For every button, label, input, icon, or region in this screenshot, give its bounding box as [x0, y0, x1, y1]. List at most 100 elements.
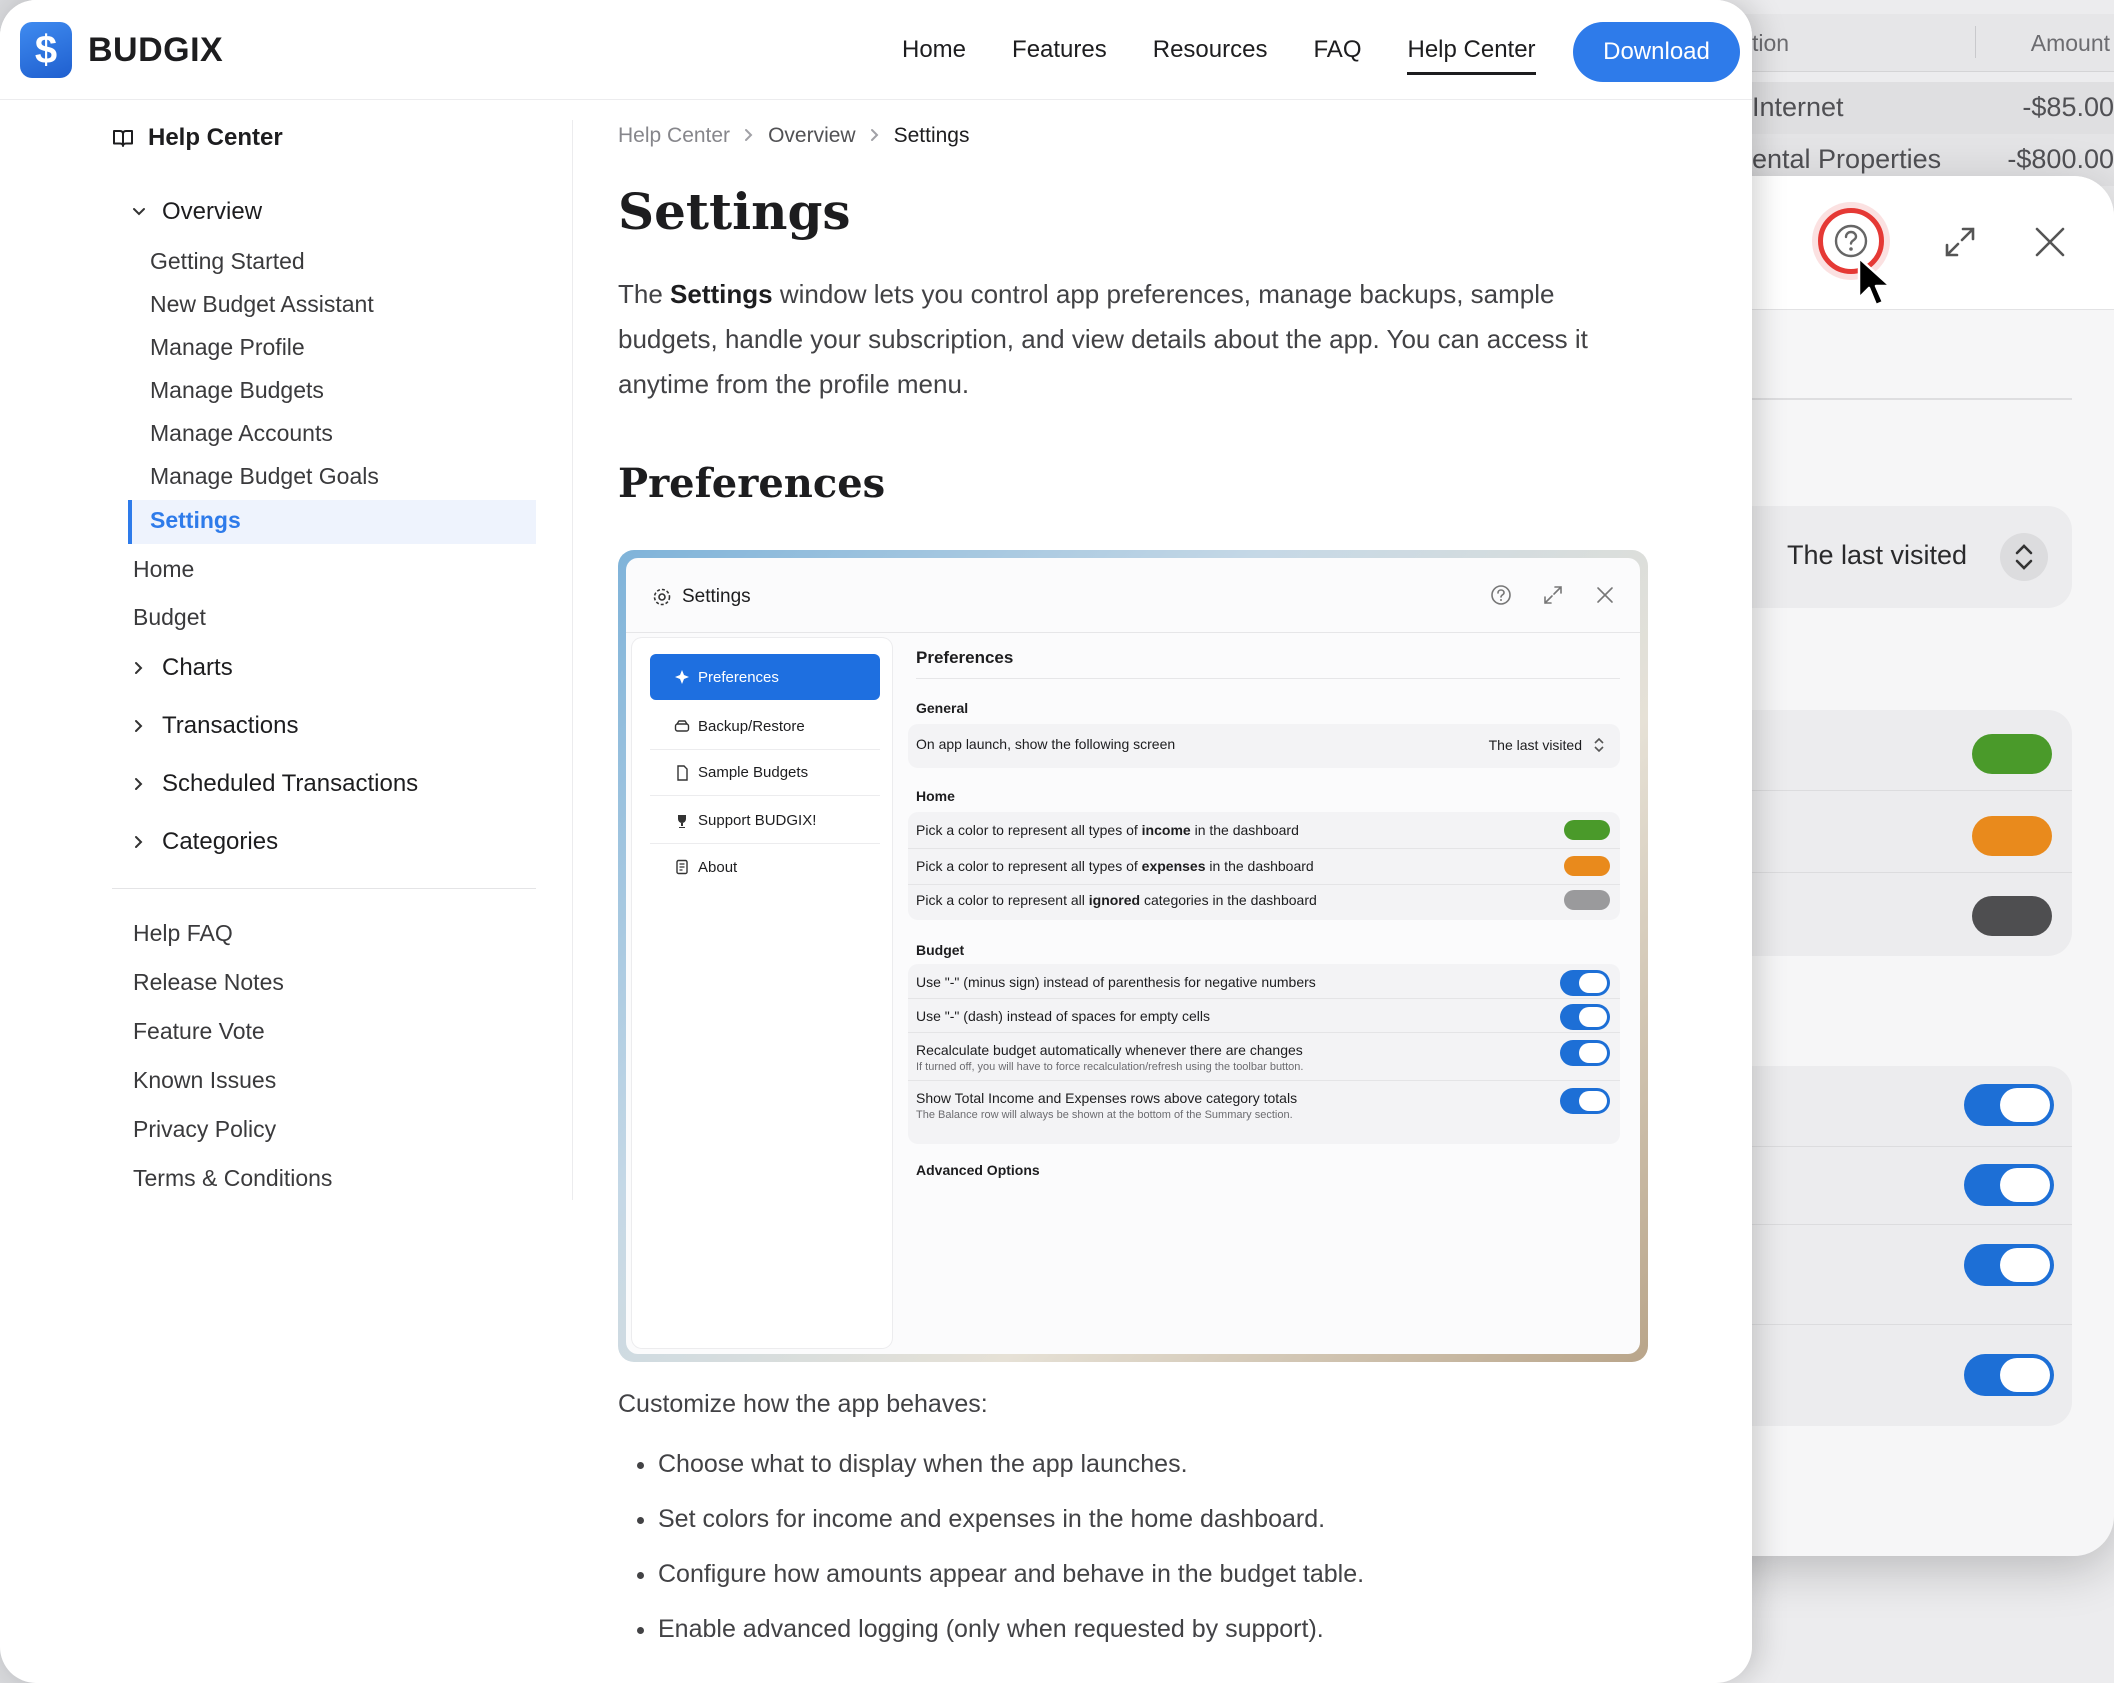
row-amount: -$85.00 [2022, 92, 2114, 122]
list-item: Choose what to display when the app laun… [658, 1450, 1364, 1505]
row-divider [1700, 872, 2072, 873]
row-name: Internet [1752, 92, 1844, 122]
sidebar-group-categories[interactable]: Categories [128, 828, 278, 856]
row-text: in the dashboard [1205, 858, 1314, 874]
row-divider [908, 998, 1620, 999]
screenshot-heading: Preferences [916, 648, 1014, 667]
row-divider [1700, 1324, 2072, 1325]
sidebar-link-known-issues[interactable]: Known Issues [133, 1067, 276, 1094]
table-row[interactable]: Internet -$85.00 [1700, 82, 2114, 134]
sidebar-link-release-notes[interactable]: Release Notes [133, 969, 284, 996]
row-name: ental Properties [1752, 144, 1942, 174]
chevron-right-icon [744, 124, 754, 148]
breadcrumb-settings: Settings [893, 124, 970, 147]
brand-name: BUDGIX [88, 30, 224, 69]
expand-button[interactable] [1930, 212, 1990, 272]
dollar-logo-icon: $ [20, 22, 72, 78]
screenshot-budget-row: Show Total Income and Expenses rows abov… [916, 1090, 1298, 1106]
row-bold: expenses [1141, 858, 1206, 874]
screenshot-budget-row: Use "-" (dash) instead of spaces for emp… [916, 1008, 1210, 1024]
intro-text: The [618, 279, 671, 309]
chevron-up-down-icon [1594, 737, 1604, 753]
show-totals-toggle[interactable] [1964, 1354, 2054, 1396]
screenshot-window: Settings Preferences Backup/Restore Samp… [626, 558, 1640, 1354]
screenshot-income-row: Pick a color to represent all types of i… [916, 822, 1299, 838]
screenshot-budget-note: The Balance row will always be shown at … [916, 1109, 1293, 1121]
ignored-color-pill[interactable] [1972, 896, 2052, 936]
income-color-pill[interactable] [1972, 734, 2052, 774]
nav-help-center[interactable]: Help Center [1407, 36, 1536, 75]
chevron-down-icon [128, 207, 150, 217]
screenshot-divider [626, 632, 1640, 633]
sidebar-item-manage-budget-goals[interactable]: Manage Budget Goals [150, 463, 379, 490]
sidebar-group-label: Transactions [162, 712, 299, 739]
row-divider [908, 848, 1620, 849]
nav-home[interactable]: Home [902, 36, 966, 64]
screenshot-window-controls [1460, 584, 1616, 606]
sidebar-title-label: Help Center [148, 124, 283, 151]
sidebar-group-label: Charts [162, 654, 233, 681]
sidebar-group-label: Categories [162, 828, 279, 855]
launch-screen-stepper[interactable] [2000, 533, 2048, 581]
sidebar-group-overview[interactable]: Overview [128, 198, 262, 226]
screenshot-ignored-row: Pick a color to represent all ignored ca… [916, 892, 1317, 908]
screenshot-income-pill [1564, 820, 1610, 840]
breadcrumb: Help Center Overview Settings [618, 124, 969, 148]
dash-empty-toggle[interactable] [1964, 1164, 2054, 1206]
list-item: Set colors for income and expenses in th… [658, 1505, 1364, 1560]
sidebar-link-terms-conditions[interactable]: Terms & Conditions [133, 1165, 332, 1192]
nav-faq[interactable]: FAQ [1313, 36, 1361, 64]
sidebar-group-scheduled-transactions[interactable]: Scheduled Transactions [128, 770, 418, 798]
sidebar-link-help-faq[interactable]: Help FAQ [133, 920, 233, 947]
sidebar-item-settings[interactable]: Settings [150, 507, 241, 534]
book-icon [113, 130, 133, 147]
settings-screenshot-image: Settings Preferences Backup/Restore Samp… [618, 550, 1648, 1362]
download-button[interactable]: Download [1573, 22, 1740, 82]
sidebar-link-feature-vote[interactable]: Feature Vote [133, 1018, 265, 1045]
sidebar-item-getting-started[interactable]: Getting Started [150, 248, 305, 275]
screenshot-title: Settings [652, 586, 751, 608]
section-title: Preferences [618, 460, 886, 507]
column-header-description[interactable]: tion [1752, 30, 1789, 57]
screenshot-expenses-pill [1564, 856, 1610, 876]
page-title: Settings [618, 182, 851, 241]
brand-logo[interactable]: $ BUDGIX [20, 22, 223, 78]
screenshot-sidebar: Preferences Backup/Restore Sample Budget… [632, 638, 892, 1348]
sidebar-group-charts[interactable]: Charts [128, 654, 233, 682]
sidebar-link-privacy-policy[interactable]: Privacy Policy [133, 1116, 276, 1143]
screenshot-title-label: Settings [682, 586, 751, 607]
sidebar-title[interactable]: Help Center [112, 124, 283, 152]
sidebar-item-manage-profile[interactable]: Manage Profile [150, 334, 305, 361]
sidebar-item-manage-accounts[interactable]: Manage Accounts [150, 420, 333, 447]
sidebar-border [572, 120, 573, 1200]
gear-icon [653, 588, 671, 606]
minus-sign-toggle[interactable] [1964, 1084, 2054, 1126]
nav-resources[interactable]: Resources [1153, 36, 1268, 64]
screenshot-toggle [1560, 1088, 1610, 1114]
sidebar-item-new-budget-assistant[interactable]: New Budget Assistant [150, 291, 374, 318]
background-settings-dialog: The last visited [1700, 176, 2114, 1556]
dialog-divider [1700, 398, 2072, 400]
column-header-amount[interactable]: Amount [2031, 30, 2110, 57]
screenshot-nav-backup: Backup/Restore [650, 704, 880, 750]
sidebar-item-manage-budgets[interactable]: Manage Budgets [150, 377, 324, 404]
breadcrumb-overview[interactable]: Overview [768, 124, 856, 148]
nav-features[interactable]: Features [1012, 36, 1107, 64]
screenshot-nav-sample-budgets: Sample Budgets [650, 750, 880, 796]
sidebar-item-budget[interactable]: Budget [133, 604, 206, 631]
screenshot-nav-preferences: Preferences [650, 654, 880, 700]
row-text: Pick a color to represent all types of [916, 858, 1142, 874]
row-divider [908, 1080, 1620, 1081]
nav-links: Home Features Resources FAQ Help Center [902, 36, 1582, 75]
screenshot-home-group: Pick a color to represent all types of i… [908, 812, 1620, 920]
close-dialog-button[interactable] [2020, 212, 2080, 272]
recalculate-toggle[interactable] [1964, 1244, 2054, 1286]
breadcrumb-help-center[interactable]: Help Center [618, 124, 730, 148]
list-item: Configure how amounts appear and behave … [658, 1560, 1364, 1615]
sidebar-group-transactions[interactable]: Transactions [128, 712, 299, 740]
sidebar-item-home[interactable]: Home [133, 556, 194, 583]
sidebar-group-label: Overview [162, 198, 263, 225]
close-icon [2035, 227, 2065, 257]
expense-color-pill[interactable] [1972, 816, 2052, 856]
sidebar-divider [112, 888, 536, 889]
